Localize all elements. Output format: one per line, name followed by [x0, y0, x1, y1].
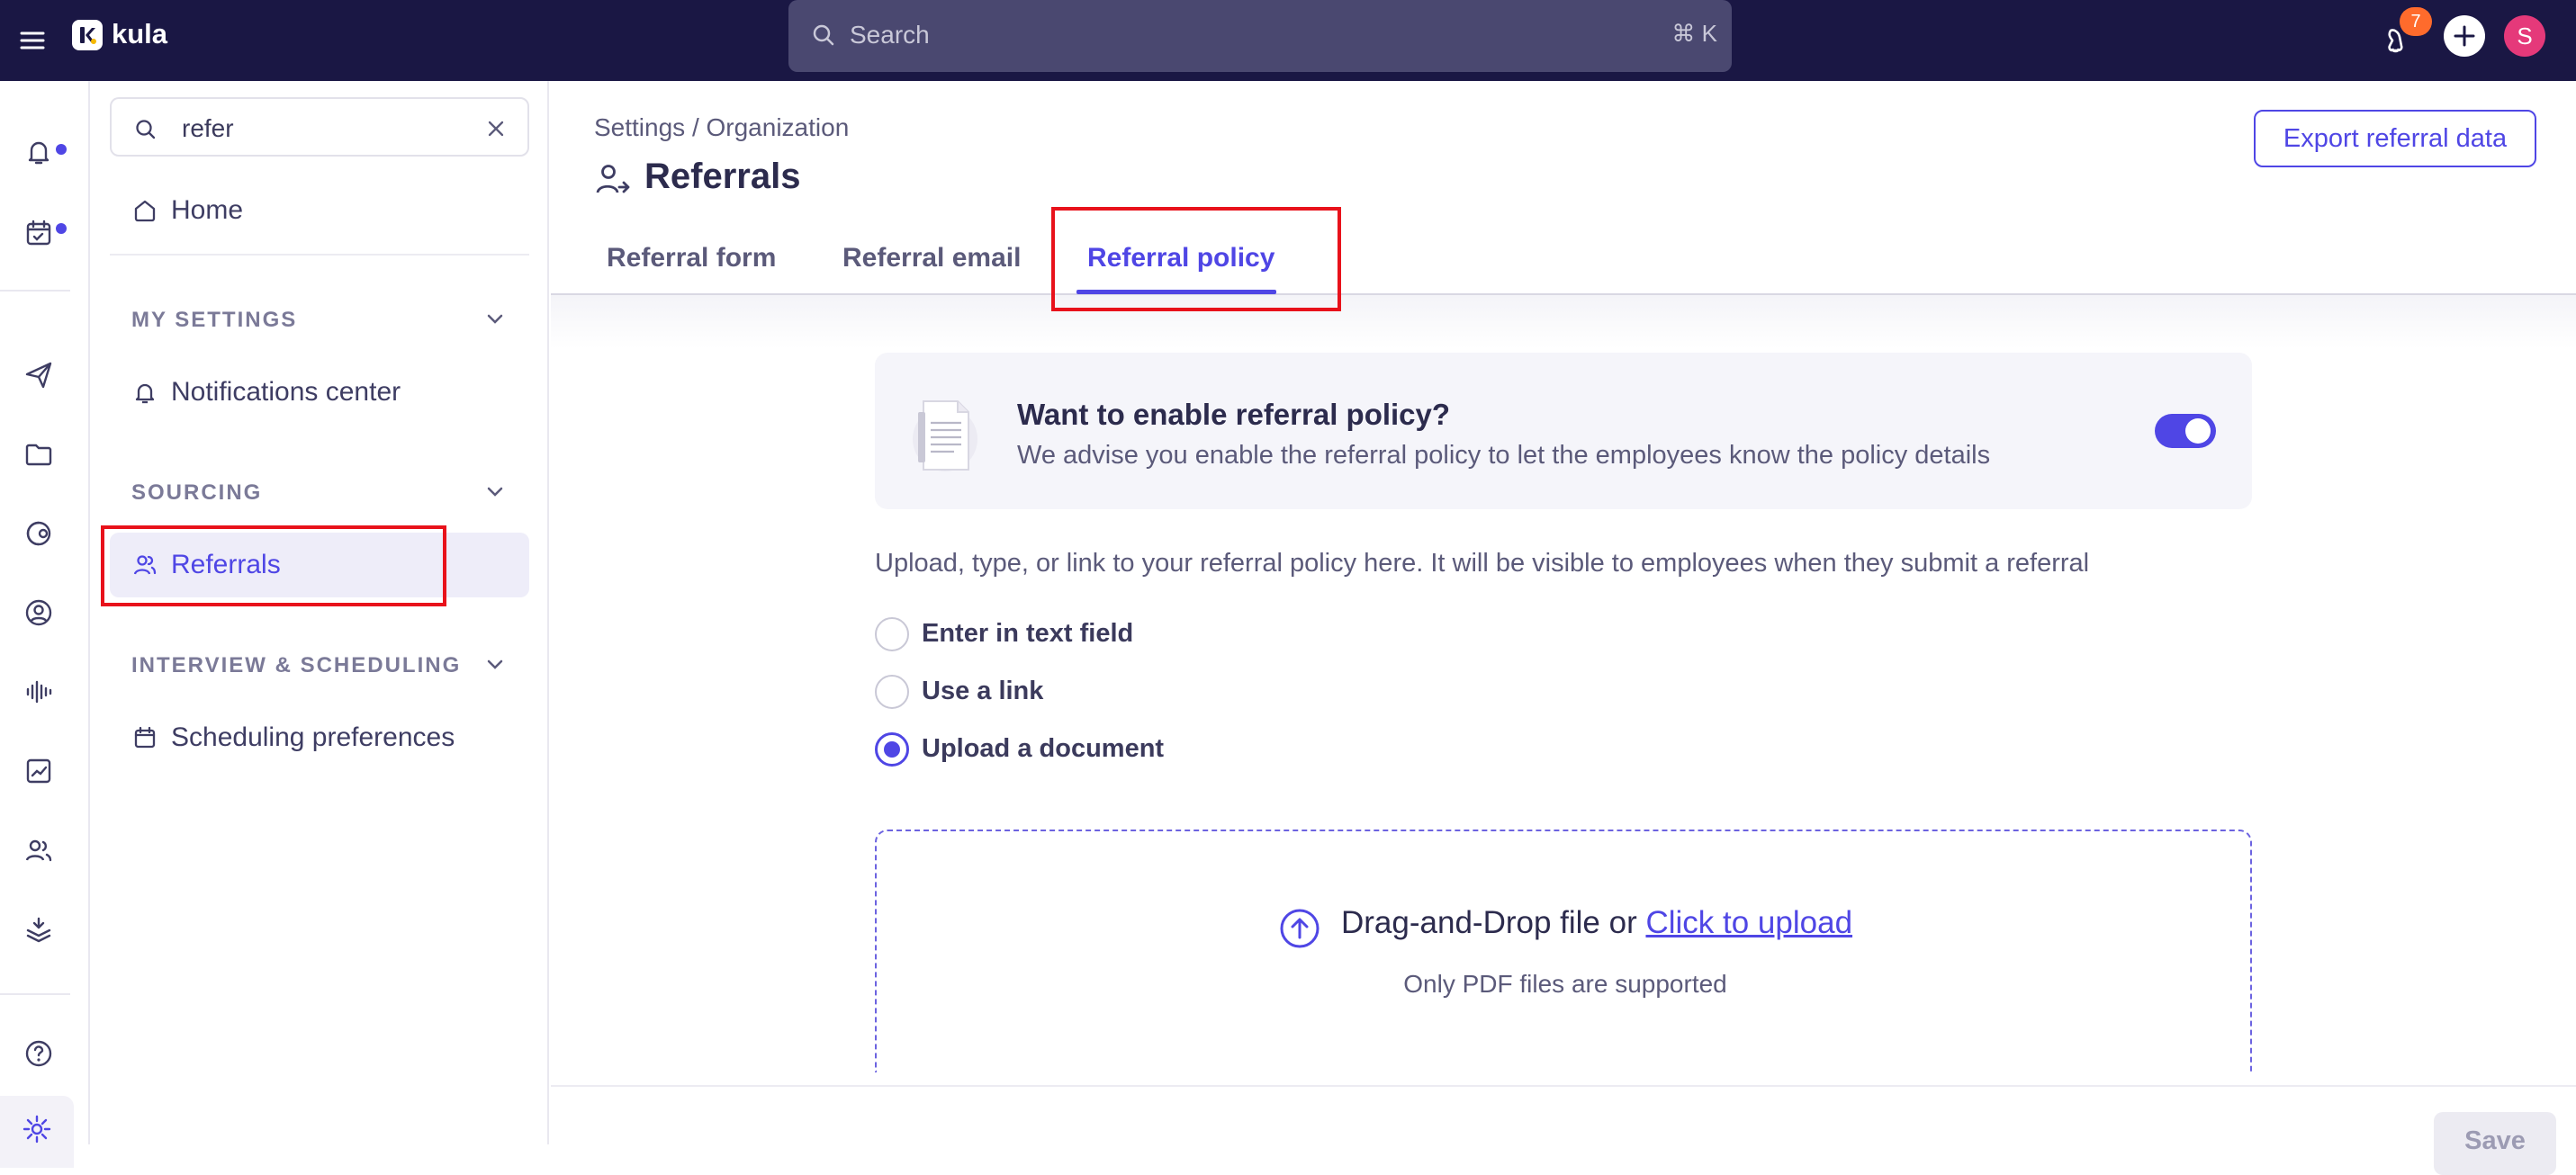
radio-upload-document[interactable]	[875, 732, 909, 767]
clear-search-icon[interactable]	[484, 117, 508, 140]
global-search[interactable]: Search ⌘ K	[788, 0, 1732, 72]
notification-badge: 7	[2400, 7, 2432, 36]
settings-button[interactable]	[0, 1096, 74, 1168]
search-icon	[133, 117, 158, 142]
footer-bar: Save	[551, 1085, 2576, 1175]
rail-divider	[0, 993, 70, 995]
bell-icon	[131, 379, 158, 406]
users-icon[interactable]	[20, 831, 58, 869]
search-shortcut: ⌘ K	[1671, 20, 1717, 47]
export-referral-data-button[interactable]: Export referral data	[2254, 110, 2536, 167]
content-shade	[551, 295, 2576, 349]
top-bar: kula Search ⌘ K 7 S	[0, 0, 2576, 81]
user-circle-icon[interactable]	[20, 594, 58, 632]
plus-icon	[2454, 25, 2475, 47]
enable-referral-policy-toggle[interactable]	[2155, 414, 2216, 448]
nav-item-label: Notifications center	[171, 377, 401, 407]
home-icon	[131, 197, 158, 224]
upload-instructions: Drag-and-Drop file or Click to upload	[1341, 905, 1852, 941]
layers-icon[interactable]	[20, 910, 58, 948]
highlight-box	[1051, 207, 1341, 311]
tab-referral-form[interactable]: Referral form	[607, 243, 776, 274]
calendar-check-icon[interactable]	[20, 214, 58, 252]
policy-instructions: Upload, type, or link to your referral p…	[875, 549, 2090, 578]
toggle-knob	[2185, 418, 2211, 444]
send-icon[interactable]	[20, 356, 58, 394]
app-name: kula	[112, 18, 168, 49]
section-title-interview-scheduling: INTERVIEW & SCHEDULING	[131, 653, 462, 677]
upload-dropzone[interactable]: Drag-and-Drop file or Click to upload On…	[875, 830, 2252, 1072]
calendar-icon	[131, 724, 158, 751]
search-icon	[810, 22, 837, 49]
section-title-sourcing: SOURCING	[131, 480, 263, 505]
settings-search-input[interactable]: refer	[110, 97, 529, 157]
radio-enter-text-field[interactable]	[875, 617, 909, 651]
upload-icon	[1278, 907, 1321, 950]
document-illustration-icon	[911, 392, 983, 475]
audio-wave-icon[interactable]	[20, 673, 58, 711]
page-title: Referrals	[644, 157, 801, 196]
radio-label[interactable]: Upload a document	[922, 734, 1164, 764]
menu-icon[interactable]	[16, 24, 49, 57]
card-title: Want to enable referral policy?	[1017, 398, 1451, 431]
nav-item-notifications-center[interactable]: Notifications center	[110, 360, 529, 425]
save-button[interactable]: Save	[2434, 1112, 2556, 1175]
nav-item-scheduling-preferences[interactable]: Scheduling preferences	[110, 705, 529, 770]
folder-icon[interactable]	[20, 435, 58, 473]
upload-note: Only PDF files are supported	[1403, 970, 1727, 998]
nav-item-home[interactable]: Home	[110, 178, 529, 243]
unread-dot	[56, 144, 67, 155]
tab-referral-email[interactable]: Referral email	[842, 243, 1021, 274]
bell-icon[interactable]	[20, 133, 58, 171]
section-title-my-settings: MY SETTINGS	[131, 308, 298, 332]
nav-divider	[110, 254, 529, 256]
add-button[interactable]	[2444, 15, 2485, 57]
chevron-down-icon[interactable]	[482, 306, 508, 331]
breadcrumb: Settings / Organization	[594, 113, 850, 141]
pipeline-icon[interactable]	[20, 515, 58, 552]
card-subtitle: We advise you enable the referral policy…	[1017, 441, 1991, 470]
kula-logo-icon	[72, 20, 103, 50]
search-placeholder: Search	[850, 21, 930, 49]
main-content: Settings / Organization Referrals Export…	[551, 81, 2576, 1175]
enable-policy-card: Want to enable referral policy? We advis…	[875, 353, 2252, 509]
unread-dot	[56, 223, 67, 234]
nav-item-label: Scheduling preferences	[171, 722, 455, 752]
nav-item-label: Home	[171, 195, 244, 225]
gear-icon	[23, 1115, 51, 1144]
click-to-upload-link[interactable]: Click to upload	[1645, 905, 1852, 940]
highlight-box	[101, 525, 446, 606]
chevron-down-icon[interactable]	[482, 651, 508, 677]
chevron-down-icon[interactable]	[482, 479, 508, 504]
settings-search-value: refer	[182, 114, 234, 142]
radio-label[interactable]: Use a link	[922, 677, 1043, 706]
settings-nav: refer Home MY SETTINGS Notifications cen…	[90, 81, 549, 1144]
radio-use-link[interactable]	[875, 675, 909, 709]
analytics-icon[interactable]	[20, 752, 58, 790]
help-icon[interactable]	[20, 1035, 58, 1072]
radio-label[interactable]: Enter in text field	[922, 619, 1133, 649]
user-avatar[interactable]: S	[2504, 15, 2545, 57]
referrals-icon	[594, 160, 632, 198]
rail-divider	[0, 290, 70, 292]
upload-text: Drag-and-Drop file or	[1341, 905, 1646, 940]
icon-rail	[0, 81, 90, 1168]
